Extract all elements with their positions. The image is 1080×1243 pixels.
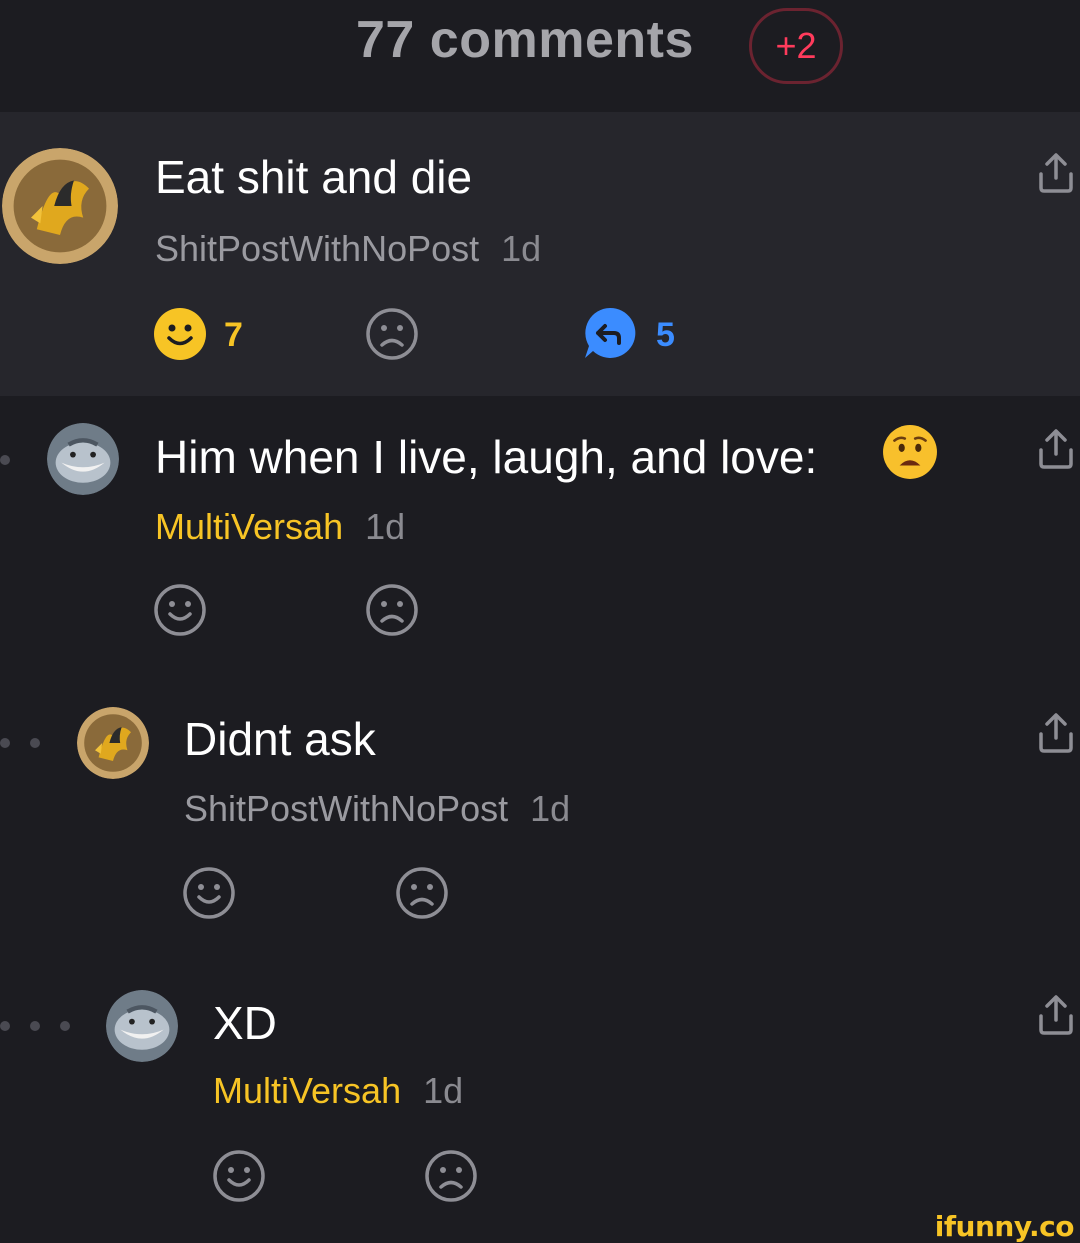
thread-indicator-dot xyxy=(60,1021,70,1031)
comment-text: Him when I live, laugh, and love: xyxy=(155,430,817,484)
thread-indicator-dot xyxy=(0,455,10,465)
comment-text: Eat shit and die xyxy=(155,151,473,203)
comments-count-title: 77 comments xyxy=(356,11,694,69)
comment-meta: MultiVersah 1d xyxy=(155,506,405,548)
smile-count: 7 xyxy=(224,316,243,354)
comment-item: Didnt ask ShitPostWithNoPost 1d xyxy=(0,680,1080,964)
comment-time: 1d xyxy=(365,506,406,547)
reply-count: 5 xyxy=(656,316,675,354)
thread-indicator-dot xyxy=(30,738,40,748)
thread-indicator-dot xyxy=(0,738,10,748)
comment-time: 1d xyxy=(423,1070,464,1111)
unsmile-reaction-button[interactable] xyxy=(365,307,419,361)
comment-username[interactable]: ShitPostWithNoPost xyxy=(155,228,479,269)
comment-time: 1d xyxy=(530,788,571,829)
smiley-outline-icon xyxy=(183,867,235,919)
frown-icon xyxy=(396,867,448,919)
thread-indicator-dot xyxy=(0,1021,10,1031)
thread-indicator-dot xyxy=(30,1021,40,1031)
comment-meta: MultiVersah 1d xyxy=(213,1070,463,1112)
shark-avatar-icon[interactable] xyxy=(47,423,119,495)
share-button[interactable] xyxy=(1036,712,1076,754)
comment-text-content: Him when I live, laugh, and love: xyxy=(155,431,818,483)
share-icon xyxy=(1039,995,1073,1035)
unsmile-reaction-button[interactable] xyxy=(365,583,419,637)
anguished-face-emoji-icon xyxy=(882,424,938,480)
replies-button[interactable] xyxy=(583,306,637,360)
share-button[interactable] xyxy=(1036,994,1076,1036)
smile-reaction-button[interactable] xyxy=(153,583,207,637)
comment-username[interactable]: MultiVersah xyxy=(155,506,343,547)
smile-reaction-button[interactable] xyxy=(182,866,236,920)
share-button[interactable] xyxy=(1036,428,1076,470)
share-icon xyxy=(1039,153,1073,193)
share-icon xyxy=(1039,713,1073,753)
comment-time: 1d xyxy=(501,228,542,269)
comments-header: 77 comments +2 xyxy=(0,0,1080,110)
smiley-filled-icon xyxy=(154,308,206,360)
unsmile-reaction-button[interactable] xyxy=(395,866,449,920)
dragon-avatar-icon[interactable] xyxy=(2,148,118,264)
smiley-outline-icon xyxy=(213,1150,265,1202)
frown-icon xyxy=(366,584,418,636)
comment-item: Him when I live, laugh, and love: MultiV… xyxy=(0,396,1080,680)
comment-meta: ShitPostWithNoPost 1d xyxy=(155,228,541,270)
unsmile-reaction-button[interactable] xyxy=(424,1149,478,1203)
new-comments-badge[interactable]: +2 xyxy=(749,8,843,84)
comment-username[interactable]: MultiVersah xyxy=(213,1070,401,1111)
share-icon xyxy=(1039,429,1073,469)
smiley-outline-icon xyxy=(154,584,206,636)
dragon-avatar-icon[interactable] xyxy=(77,707,149,779)
comment-text: Didnt ask xyxy=(184,713,376,765)
smile-reaction-button[interactable] xyxy=(212,1149,266,1203)
comment-text: XD xyxy=(213,997,277,1049)
frown-icon xyxy=(366,308,418,360)
reply-bubble-icon xyxy=(585,307,636,358)
comment-username[interactable]: ShitPostWithNoPost xyxy=(184,788,508,829)
smile-reaction-button[interactable] xyxy=(153,307,207,361)
ifunny-watermark-logo: ifunny.co xyxy=(934,1210,1075,1243)
share-button[interactable] xyxy=(1036,152,1076,194)
shark-avatar-icon[interactable] xyxy=(106,990,178,1062)
comment-item: Eat shit and die ShitPostWithNoPost 1d 7 … xyxy=(0,112,1080,396)
frown-icon xyxy=(425,1150,477,1202)
comment-item: XD MultiVersah 1d xyxy=(0,964,1080,1243)
comment-meta: ShitPostWithNoPost 1d xyxy=(184,788,570,830)
